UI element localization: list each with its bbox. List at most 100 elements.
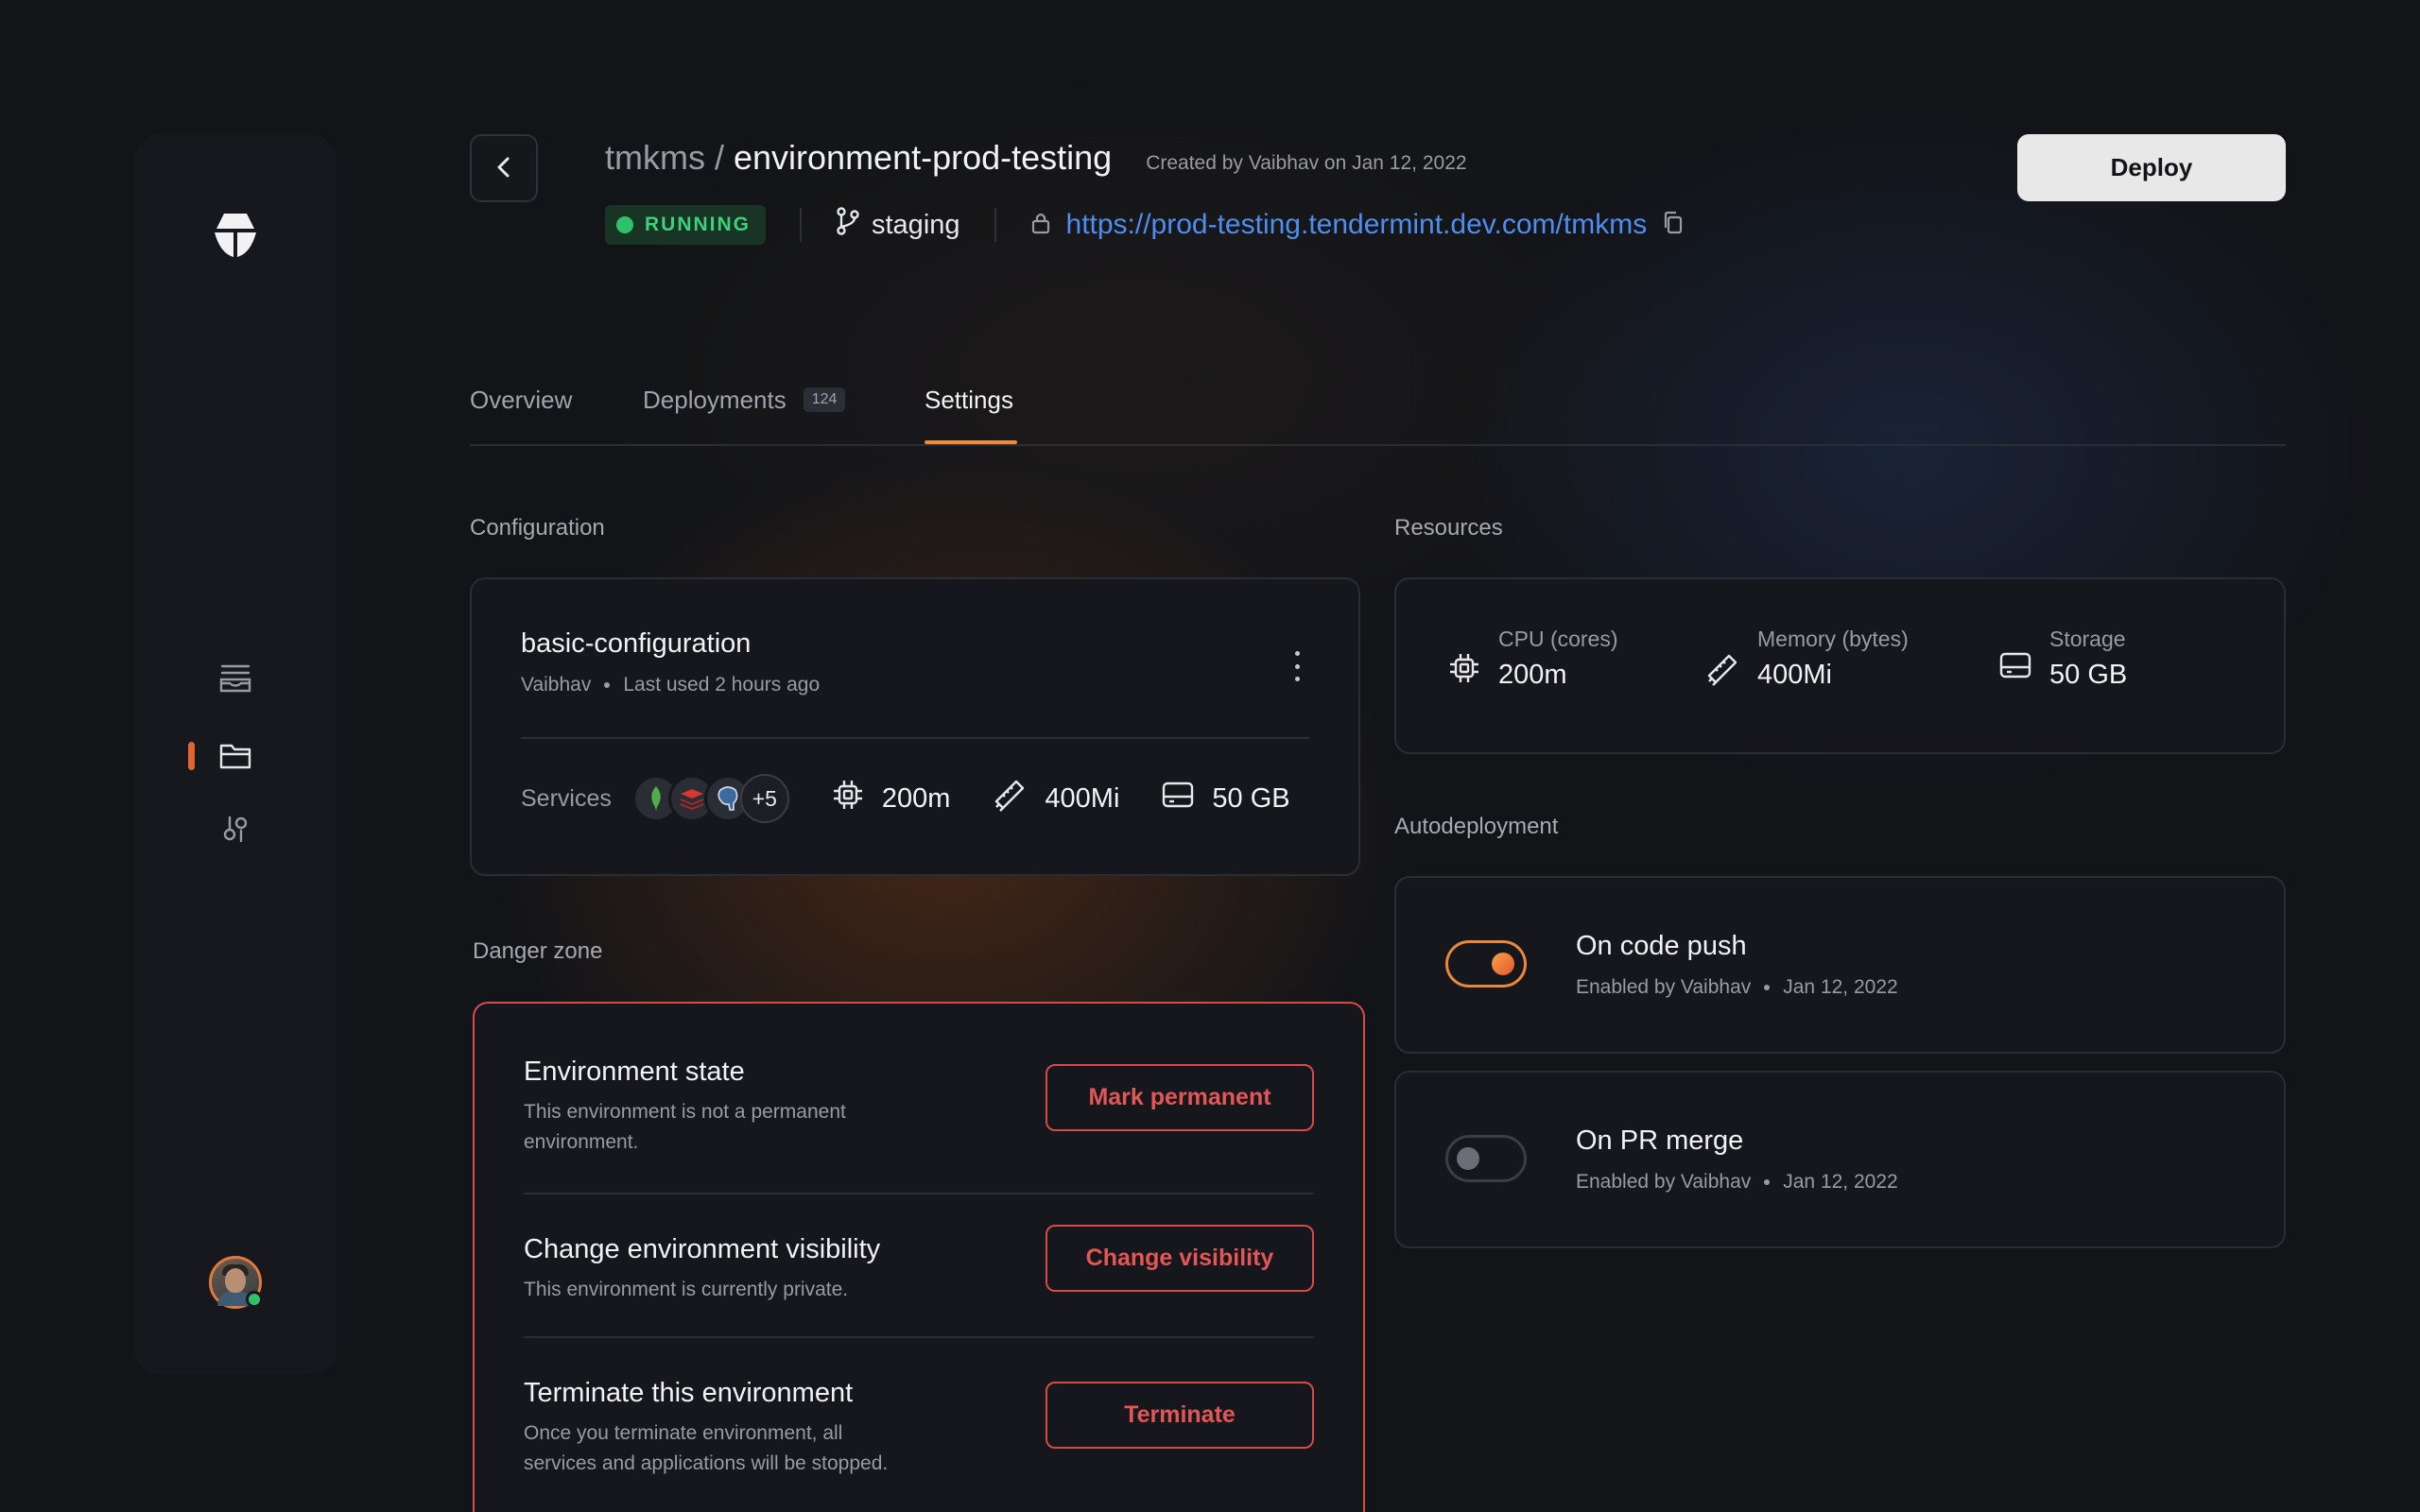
resource-label: CPU (cores) (1498, 627, 1618, 651)
dot-separator (604, 682, 611, 688)
storage-icon (1161, 781, 1195, 816)
active-nav-indicator (188, 742, 195, 770)
autodeploy-date: Jan 12, 2022 (1783, 976, 1898, 998)
configuration-meta: Vaibhav Last used 2 hours ago (521, 674, 820, 696)
resources-card: CPU (cores) 200m Memory (bytes) 400Mi St… (1394, 577, 2286, 754)
danger-row-terminate: Terminate this environment Once you term… (524, 1378, 1314, 1479)
deploy-button[interactable]: Deploy (2017, 134, 2286, 201)
tab-deployments[interactable]: Deployments 124 (643, 378, 846, 421)
divider (524, 1336, 1314, 1338)
environment-url-link[interactable]: https://prod-testing.tendermint.dev.com/… (1066, 209, 1648, 241)
breadcrumb-separator: / (714, 138, 724, 177)
sliders-icon[interactable] (217, 811, 253, 847)
lock-icon (1030, 211, 1051, 240)
status-text: RUNNING (645, 214, 751, 235)
status-dot (616, 216, 633, 233)
chevron-left-icon (493, 155, 514, 182)
active-tab-indicator (925, 440, 1017, 444)
sidebar (134, 134, 337, 1375)
resource-memory: Memory (bytes) 400Mi (1704, 627, 1909, 692)
autodeploy-pr-merge-card: On PR merge Enabled by Vaibhav Jan 12, 2… (1394, 1071, 2286, 1248)
autodeploy-title: On code push (1576, 931, 1747, 961)
services-avatars[interactable]: +5 (631, 774, 789, 823)
resource-label: Storage (2049, 627, 2126, 651)
danger-description: This environment is currently private. (524, 1279, 849, 1300)
copy-icon[interactable] (1662, 211, 1685, 240)
configuration-storage: 50 GB (1161, 781, 1290, 816)
status-badge: RUNNING (605, 205, 766, 245)
configuration-cpu: 200m (831, 778, 951, 819)
page-title: tmkms / environment-prod-testing Created… (605, 138, 1467, 178)
deployments-count-badge: 124 (803, 387, 846, 412)
resource-value: 50 GB (2049, 660, 2128, 690)
danger-row-environment-state: Environment state This environment is no… (524, 1057, 1314, 1158)
change-visibility-button[interactable]: Change visibility (1046, 1225, 1314, 1292)
danger-row-visibility: Change environment visibility This envir… (524, 1225, 1314, 1305)
autodeploy-enabled-by: Enabled by Vaibhav (1576, 1171, 1752, 1193)
memory-icon (992, 777, 1028, 820)
configuration-owner: Vaibhav (521, 674, 592, 696)
environment-meta: RUNNING staging https://prod-testing.ten… (605, 204, 1685, 246)
configuration-memory-value: 400Mi (1045, 782, 1120, 814)
configuration-card[interactable]: basic-configuration Vaibhav Last used 2 … (470, 577, 1360, 876)
autodeploy-meta: Enabled by Vaibhav Jan 12, 2022 (1576, 976, 1898, 999)
services-label: Services (521, 784, 612, 812)
logo-icon[interactable] (207, 206, 264, 263)
mark-permanent-button[interactable]: Mark permanent (1046, 1064, 1314, 1131)
autodeploy-date: Jan 12, 2022 (1783, 1171, 1898, 1193)
resource-value: 200m (1498, 660, 1567, 690)
created-info: Created by Vaibhav on Jan 12, 2022 (1146, 152, 1467, 174)
pr-merge-toggle[interactable] (1445, 1135, 1527, 1182)
configuration-section-title: Configuration (470, 515, 605, 541)
dot-separator (1764, 985, 1771, 990)
code-push-toggle[interactable] (1445, 940, 1527, 988)
divider (994, 208, 996, 242)
breadcrumb-project[interactable]: tmkms (605, 138, 705, 178)
cpu-icon (1447, 627, 1481, 690)
autodeploy-code-push-card: On code push Enabled by Vaibhav Jan 12, … (1394, 876, 2286, 1054)
tab-settings[interactable]: Settings (925, 378, 1013, 421)
divider (524, 1193, 1314, 1194)
online-status-dot (246, 1291, 263, 1308)
environment-name: environment-prod-testing (734, 138, 1113, 177)
user-avatar[interactable] (209, 1256, 263, 1309)
autodeploy-enabled-by: Enabled by Vaibhav (1576, 976, 1752, 998)
configuration-storage-value: 50 GB (1212, 782, 1290, 814)
resource-cpu: CPU (cores) 200m (1447, 627, 1618, 691)
autodeployment-section-title: Autodeployment (1394, 814, 1559, 839)
danger-description: This environment is not a permanent envi… (524, 1101, 846, 1153)
divider (521, 737, 1309, 739)
configuration-summary: Services +5 200m 400Mi 50 GB (521, 771, 1309, 826)
branch-info: staging (836, 207, 960, 243)
tab-label: Settings (925, 385, 1013, 414)
cpu-icon (831, 778, 865, 819)
dot-separator (1764, 1179, 1771, 1185)
back-button[interactable] (470, 134, 538, 202)
more-services-badge[interactable]: +5 (739, 774, 789, 823)
configuration-memory: 400Mi (992, 777, 1119, 820)
resource-storage: Storage 50 GB (1998, 627, 2127, 691)
terminate-button[interactable]: Terminate (1046, 1382, 1314, 1449)
storage-icon (1998, 627, 2032, 684)
git-branch-icon (836, 207, 860, 243)
tab-label: Overview (470, 385, 573, 414)
environment-url: https://prod-testing.tendermint.dev.com/… (1030, 209, 1685, 241)
danger-description: Once you terminate environment, all serv… (524, 1422, 889, 1474)
more-options-icon[interactable] (1292, 651, 1302, 681)
autodeploy-title: On PR merge (1576, 1125, 1744, 1156)
divider (800, 208, 802, 242)
branch-name: staging (872, 209, 960, 240)
resource-value: 400Mi (1757, 660, 1832, 690)
resource-label: Memory (bytes) (1757, 627, 1909, 651)
danger-zone-section-title: Danger zone (473, 938, 603, 964)
autodeploy-meta: Enabled by Vaibhav Jan 12, 2022 (1576, 1171, 1898, 1194)
tab-bar: Overview Deployments 124 Settings (470, 369, 2286, 446)
folder-icon[interactable] (217, 738, 253, 774)
memory-icon (1704, 627, 1740, 692)
tab-overview[interactable]: Overview (470, 378, 572, 421)
configuration-name: basic-configuration (521, 628, 752, 659)
layers-icon[interactable] (217, 661, 253, 696)
configuration-last-used: Last used 2 hours ago (623, 674, 821, 696)
resources-section-title: Resources (1394, 515, 1503, 541)
configuration-cpu-value: 200m (881, 782, 951, 814)
